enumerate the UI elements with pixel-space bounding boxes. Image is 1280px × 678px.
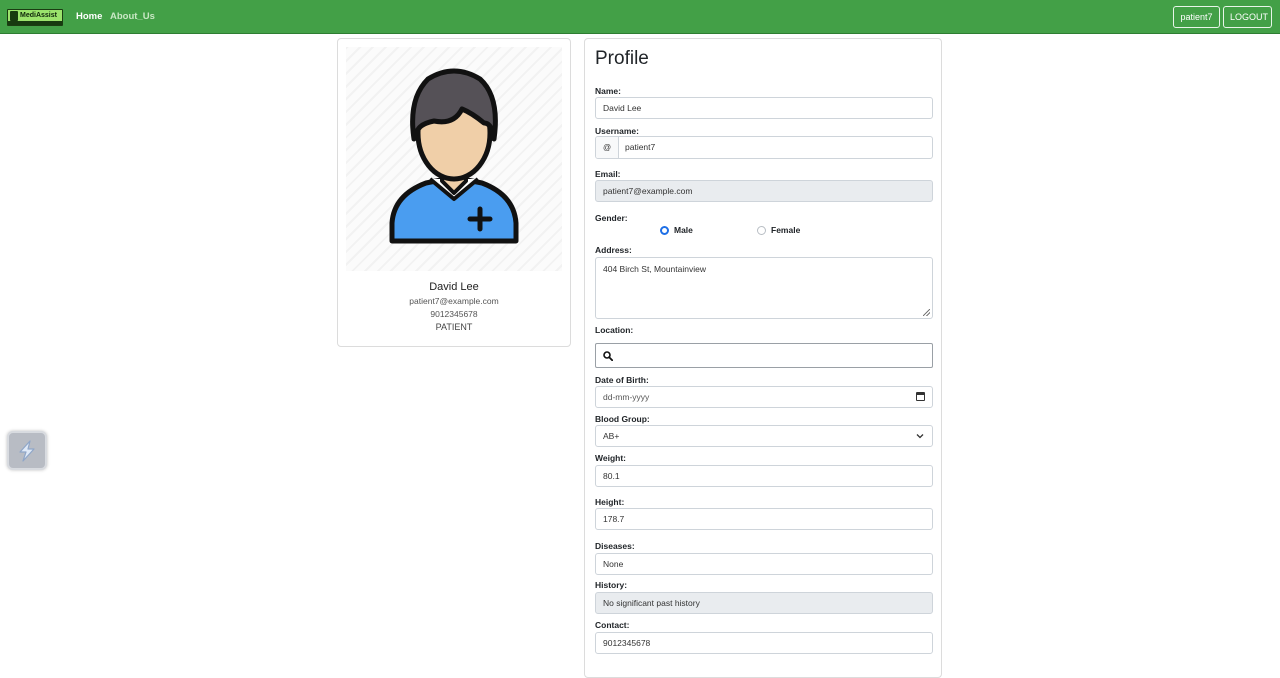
name-field[interactable]: David Lee bbox=[595, 97, 933, 119]
address-textarea[interactable]: 404 Birch St, Mountainview bbox=[595, 257, 933, 319]
address-value: 404 Birch St, Mountainview bbox=[603, 264, 706, 274]
email-label: Email: bbox=[595, 169, 621, 179]
logo-mark-icon bbox=[10, 11, 18, 21]
weight-label: Weight: bbox=[595, 453, 627, 463]
logo-text: MediAssist bbox=[20, 12, 57, 19]
diseases-field[interactable]: None bbox=[595, 553, 933, 575]
history-label: History: bbox=[595, 580, 628, 590]
address-label: Address: bbox=[595, 245, 632, 255]
radio-checked-icon[interactable] bbox=[660, 225, 669, 235]
location-search-input[interactable] bbox=[595, 343, 933, 368]
dob-label: Date of Birth: bbox=[595, 375, 649, 385]
avatar bbox=[346, 47, 562, 271]
profile-form-card: Profile Name: David Lee Username: @ pati… bbox=[584, 38, 942, 678]
lightning-icon bbox=[19, 440, 35, 462]
profile-summary-card: David Lee patient7@example.com 901234567… bbox=[337, 38, 571, 347]
height-label: Height: bbox=[595, 497, 625, 507]
username-input-group: @ patient7 bbox=[595, 136, 933, 159]
username-field[interactable]: patient7 bbox=[619, 137, 932, 158]
blood-group-select[interactable]: AB+ bbox=[595, 425, 933, 447]
profile-role: PATIENT bbox=[435, 322, 473, 332]
contact-label: Contact: bbox=[595, 620, 630, 630]
radio-unchecked-icon[interactable] bbox=[757, 225, 766, 235]
email-field[interactable]: patient7@example.com bbox=[595, 180, 933, 202]
gender-radio-female[interactable]: Female bbox=[757, 225, 800, 235]
name-label: Name: bbox=[595, 86, 621, 96]
logo-strip bbox=[8, 21, 62, 25]
profile-name: David Lee bbox=[429, 281, 479, 293]
patient-avatar-icon bbox=[389, 68, 519, 244]
username-label: Username: bbox=[595, 126, 639, 136]
page-title: Profile bbox=[595, 48, 649, 69]
location-label: Location: bbox=[595, 325, 634, 335]
height-field[interactable]: 178.7 bbox=[595, 508, 933, 530]
history-field[interactable]: No significant past history bbox=[595, 592, 933, 614]
blood-group-label: Blood Group: bbox=[595, 414, 650, 424]
resize-handle-icon[interactable] bbox=[923, 309, 930, 316]
nav-link-about-us[interactable]: About_Us bbox=[110, 11, 155, 22]
brand-logo[interactable]: MediAssist bbox=[7, 9, 63, 26]
blood-group-value: AB+ bbox=[603, 431, 620, 441]
gender-option-label: Female bbox=[771, 225, 801, 235]
contact-field[interactable]: 9012345678 bbox=[595, 632, 933, 654]
floating-widget-button[interactable] bbox=[7, 431, 47, 470]
profile-phone: 9012345678 bbox=[430, 309, 478, 319]
chevron-down-icon bbox=[916, 434, 924, 439]
search-icon bbox=[603, 351, 613, 361]
weight-field[interactable]: 80.1 bbox=[595, 465, 933, 487]
nav-link-home[interactable]: Home bbox=[76, 11, 102, 22]
calendar-icon[interactable] bbox=[916, 392, 925, 401]
gender-label: Gender: bbox=[595, 213, 628, 223]
diseases-label: Diseases: bbox=[595, 541, 635, 551]
profile-email: patient7@example.com bbox=[409, 296, 499, 306]
logout-button[interactable]: LOGOUT bbox=[1223, 6, 1272, 28]
dob-placeholder: dd-mm-yyyy bbox=[603, 392, 650, 402]
gender-radio-male[interactable]: Male bbox=[660, 225, 693, 235]
user-button[interactable]: patient7 bbox=[1173, 6, 1220, 28]
gender-option-label: Male bbox=[674, 225, 693, 235]
navbar: MediAssist Home About_Us patient7 LOGOUT bbox=[0, 0, 1280, 34]
dob-field[interactable]: dd-mm-yyyy bbox=[595, 386, 933, 408]
at-prefix-icon: @ bbox=[596, 137, 619, 158]
